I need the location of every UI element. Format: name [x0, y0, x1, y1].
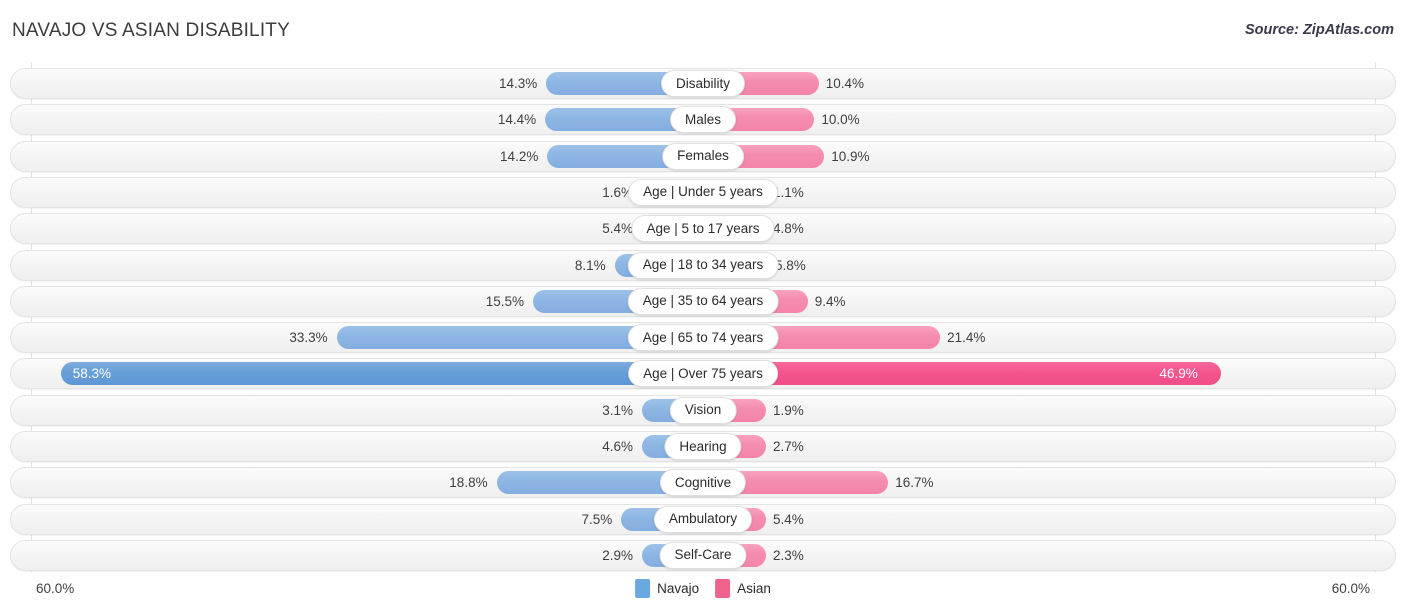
value-label-asian: 46.9% — [1159, 366, 1198, 382]
value-label-navajo: 8.1% — [574, 257, 606, 273]
category-label-text: Age | 5 to 17 years — [646, 220, 760, 236]
value-label-navajo: 3.1% — [602, 402, 633, 418]
value-label-asian: 2.7% — [773, 439, 804, 454]
page-title: NAVAJO VS ASIAN DISABILITY — [12, 20, 290, 41]
value-label-navajo: 18.8% — [449, 475, 488, 491]
category-label-text: Vision — [684, 402, 722, 418]
category-label-pill[interactable]: Age | Over 75 years — [628, 360, 778, 388]
category-label-text: Age | 18 to 34 years — [642, 257, 764, 272]
category-label-pill[interactable]: Ambulatory — [653, 505, 753, 533]
table-row[interactable]: 8.1% 5.8% Age | 18 to 34 years — [10, 249, 1396, 281]
category-label-pill[interactable]: Age | 18 to 34 years — [627, 251, 779, 279]
value-label-asian: 5.8% — [774, 257, 806, 273]
row-content: 2.9% 2.3% Self-Care — [11, 541, 1395, 570]
row-content: 58.3% 46.9% Age | Over 75 years — [11, 359, 1395, 388]
legend-swatch-icon — [715, 579, 731, 598]
value-label-asian: 1.9% — [773, 402, 804, 418]
category-label-text: Age | 35 to 64 years — [642, 293, 764, 309]
table-row[interactable]: 5.4% 4.8% Age | 5 to 17 years — [10, 213, 1396, 245]
value-label-navajo: 2.9% — [602, 547, 633, 563]
bar-asian[interactable] — [704, 362, 1222, 386]
chart-plot-area: 14.3% 10.4% Disability 14.4% 10.0% Males 14.2%… — [0, 62, 1406, 572]
category-label-text: Females — [677, 148, 729, 164]
value-label-navajo: 14.2% — [500, 148, 539, 164]
value-label-navajo: 58.3% — [72, 366, 112, 382]
category-label-pill[interactable]: Age | 65 to 74 years — [627, 324, 779, 352]
value-label-navajo: 14.4% — [497, 112, 537, 128]
category-label-text: Self-Care — [674, 547, 732, 563]
row-content: 14.3% 10.4% Disability — [11, 69, 1395, 98]
category-label-text: Age | Over 75 years — [643, 365, 763, 381]
table-row[interactable]: 2.9% 2.3% Self-Care — [10, 539, 1396, 571]
legend-label: Asian — [737, 581, 771, 596]
table-row[interactable]: 15.5% 9.4% Age | 35 to 64 years — [10, 285, 1396, 317]
value-label-navajo: 15.5% — [485, 293, 524, 309]
table-row[interactable]: 14.4% 10.0% Males — [10, 104, 1396, 136]
category-label-pill[interactable]: Females — [662, 142, 744, 170]
row-content: 7.5% 5.4% Ambulatory — [11, 505, 1395, 534]
value-label-asian: 9.4% — [814, 293, 846, 309]
source-attribution: Source: ZipAtlas.com — [1244, 22, 1394, 38]
row-content: 1.6% 1.1% Age | Under 5 years — [11, 178, 1395, 207]
value-label-navajo: 14.3% — [498, 76, 538, 91]
axis-label-right: 60.0% — [1331, 581, 1370, 596]
bar-navajo[interactable] — [60, 362, 704, 386]
row-content: 14.2% 10.9% Females — [11, 142, 1395, 171]
value-label-asian: 5.4% — [773, 511, 804, 527]
row-content: 15.5% 9.4% Age | 35 to 64 years — [11, 287, 1395, 316]
row-content: 8.1% 5.8% Age | 18 to 34 years — [11, 251, 1395, 280]
category-label-text: Cognitive — [674, 474, 732, 490]
category-label-text: Hearing — [679, 438, 727, 454]
table-row[interactable]: 14.3% 10.4% Disability — [10, 68, 1396, 99]
value-label-asian: 2.3% — [773, 547, 804, 563]
legend-item-asian[interactable]: Asian — [715, 579, 771, 598]
legend-label: Navajo — [657, 581, 700, 596]
category-label-pill[interactable]: Cognitive — [659, 469, 747, 497]
table-row[interactable]: 1.6% 1.1% Age | Under 5 years — [10, 176, 1396, 208]
category-label-pill[interactable]: Age | 5 to 17 years — [631, 215, 775, 243]
value-label-asian: 16.7% — [895, 475, 934, 491]
category-label-text: Disability — [675, 75, 731, 91]
value-label-navajo: 4.6% — [602, 439, 633, 454]
category-label-pill[interactable]: Age | Under 5 years — [628, 178, 778, 206]
row-content: 18.8% 16.7% Cognitive — [11, 468, 1395, 497]
category-label-pill[interactable]: Vision — [669, 396, 737, 424]
row-content: 14.4% 10.0% Males — [11, 105, 1395, 134]
value-label-asian: 10.4% — [825, 76, 865, 91]
value-label-navajo: 5.4% — [602, 221, 633, 237]
category-label-pill[interactable]: Hearing — [664, 433, 742, 460]
row-content: 4.6% 2.7% Hearing — [11, 432, 1395, 461]
row-content: 3.1% 1.9% Vision — [11, 396, 1395, 425]
legend-swatch-icon — [635, 579, 651, 598]
row-content: 33.3% 21.4% Age | 65 to 74 years — [11, 323, 1395, 352]
table-row[interactable]: 4.6% 2.7% Hearing — [10, 431, 1396, 462]
table-row[interactable]: 7.5% 5.4% Ambulatory — [10, 503, 1396, 535]
value-label-asian: 21.4% — [947, 330, 986, 346]
category-label-pill[interactable]: Males — [669, 106, 737, 134]
category-label-pill[interactable]: Disability — [660, 70, 746, 97]
value-label-asian: 4.8% — [773, 221, 804, 237]
table-row[interactable]: 3.1% 1.9% Vision — [10, 394, 1396, 426]
value-label-asian: 10.0% — [821, 112, 860, 128]
table-row[interactable]: 33.3% 21.4% Age | 65 to 74 years — [10, 322, 1396, 354]
chart-page: NAVAJO VS ASIAN DISABILITY Source: ZipAt… — [0, 0, 1406, 612]
category-label-pill[interactable]: Self-Care — [659, 541, 747, 569]
table-row[interactable]: 58.3% 46.9% Age | Over 75 years — [10, 358, 1396, 390]
category-label-text: Age | Under 5 years — [643, 184, 763, 200]
table-row[interactable]: 18.8% 16.7% Cognitive — [10, 467, 1396, 499]
row-content: 5.4% 4.8% Age | 5 to 17 years — [11, 214, 1395, 243]
value-label-navajo: 7.5% — [581, 511, 613, 527]
category-label-pill[interactable]: Age | 35 to 64 years — [627, 287, 779, 315]
axis-label-left: 60.0% — [36, 581, 75, 596]
category-label-text: Age | 65 to 74 years — [642, 329, 764, 345]
chart-legend: Navajo Asian — [635, 579, 771, 598]
category-label-text: Males — [684, 111, 722, 127]
category-label-text: Ambulatory — [668, 511, 738, 527]
chart-footer: 60.0% Navajo Asian 60.0% — [0, 572, 1406, 612]
value-label-navajo: 33.3% — [289, 330, 328, 346]
table-row[interactable]: 14.2% 10.9% Females — [10, 140, 1396, 172]
value-label-asian: 10.9% — [831, 148, 870, 164]
chart-header: NAVAJO VS ASIAN DISABILITY Source: ZipAt… — [0, 0, 1406, 60]
legend-item-navajo[interactable]: Navajo — [635, 579, 699, 598]
